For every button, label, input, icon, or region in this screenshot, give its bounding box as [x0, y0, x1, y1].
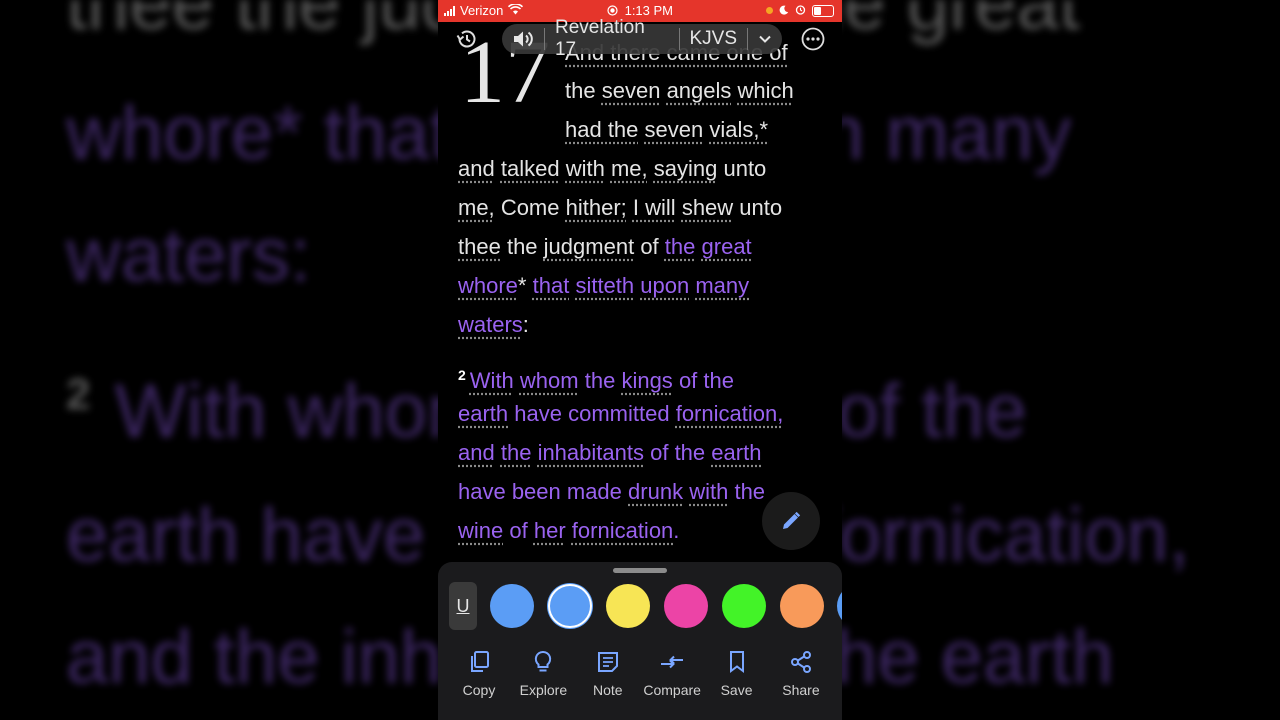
color-swatch-yellow[interactable]	[606, 584, 650, 628]
phone-screen: Verizon 1:13 PM 17 And there came one of…	[438, 0, 842, 720]
bg-line: waters:	[66, 213, 311, 298]
share-label: Share	[782, 682, 820, 698]
edit-fab-button[interactable]	[762, 492, 820, 550]
color-swatch-partial[interactable]	[837, 584, 842, 628]
speaker-icon	[514, 31, 533, 47]
version-dropdown[interactable]	[748, 24, 782, 54]
share-icon	[790, 651, 811, 673]
verse-line[interactable]: waters:	[458, 310, 529, 340]
verse-line[interactable]: thee the judgment of the great	[458, 232, 752, 262]
compare-label: Compare	[643, 682, 701, 698]
color-swatch-pink[interactable]	[664, 584, 708, 628]
explore-label: Explore	[519, 682, 568, 698]
reader-toolbar: Revelation 17 KJVS	[438, 17, 842, 60]
verse-number: 2	[458, 367, 466, 383]
color-swatch-blue[interactable]	[490, 584, 534, 628]
verse-line[interactable]: me, Come hither; I will shew unto	[458, 193, 782, 223]
verse-line[interactable]: wine of her fornication.	[458, 516, 679, 546]
lightbulb-icon	[535, 650, 552, 672]
version-selector[interactable]: KJVS	[680, 24, 748, 54]
reference-pill: Revelation 17 KJVS	[502, 17, 782, 60]
note-button[interactable]: Note	[577, 648, 639, 698]
verse-line[interactable]: the seven angels which	[565, 76, 794, 106]
audio-button[interactable]	[502, 24, 544, 54]
save-label: Save	[720, 682, 753, 698]
save-button[interactable]: Save	[706, 648, 768, 698]
compare-icon	[661, 655, 684, 669]
moon-icon	[779, 3, 789, 18]
more-options-icon[interactable]	[800, 26, 826, 52]
screen-record-icon	[607, 3, 625, 18]
color-swatch-orange[interactable]	[780, 584, 824, 628]
chevron-down-icon	[759, 35, 771, 43]
color-swatch-green[interactable]	[722, 584, 766, 628]
color-swatch-blue-selected[interactable]	[548, 584, 592, 628]
highlight-sheet: U Copy Explore Note Compare Save Share	[438, 562, 842, 720]
sheet-grab-handle[interactable]	[613, 568, 667, 573]
verse-line[interactable]: and the inhabitants of the earth	[458, 438, 761, 468]
status-right	[766, 3, 834, 18]
underline-button[interactable]: U	[449, 582, 477, 630]
note-icon	[597, 652, 618, 672]
alarm-icon	[795, 3, 806, 18]
copy-icon	[471, 651, 489, 672]
pencil-icon	[783, 511, 801, 529]
verse-line[interactable]: whore* that sitteth upon many	[458, 271, 749, 301]
history-icon[interactable]	[454, 26, 480, 52]
explore-button[interactable]: Explore	[512, 648, 574, 698]
verse-line[interactable]: had the seven vials,*	[565, 115, 768, 145]
verse-line[interactable]: earth have committed fornication,	[458, 399, 783, 429]
orange-dot-icon	[766, 7, 773, 14]
copy-button[interactable]: Copy	[448, 648, 510, 698]
share-button[interactable]: Share	[770, 648, 832, 698]
battery-icon	[812, 4, 834, 17]
action-row: Copy Explore Note Compare Save Share	[448, 648, 832, 698]
verse-line[interactable]: have been made drunk with the	[458, 477, 765, 507]
note-label: Note	[592, 682, 623, 698]
bookmark-icon	[729, 651, 744, 673]
verse-line[interactable]: and talked with me, saying unto	[458, 154, 766, 184]
book-chapter-selector[interactable]: Revelation 17	[545, 17, 679, 60]
compare-button[interactable]: Compare	[641, 648, 703, 698]
time-text: 1:13 PM	[624, 3, 674, 18]
copy-label: Copy	[462, 682, 496, 698]
verse-line[interactable]: 2 With whom the kings of the	[458, 360, 734, 393]
